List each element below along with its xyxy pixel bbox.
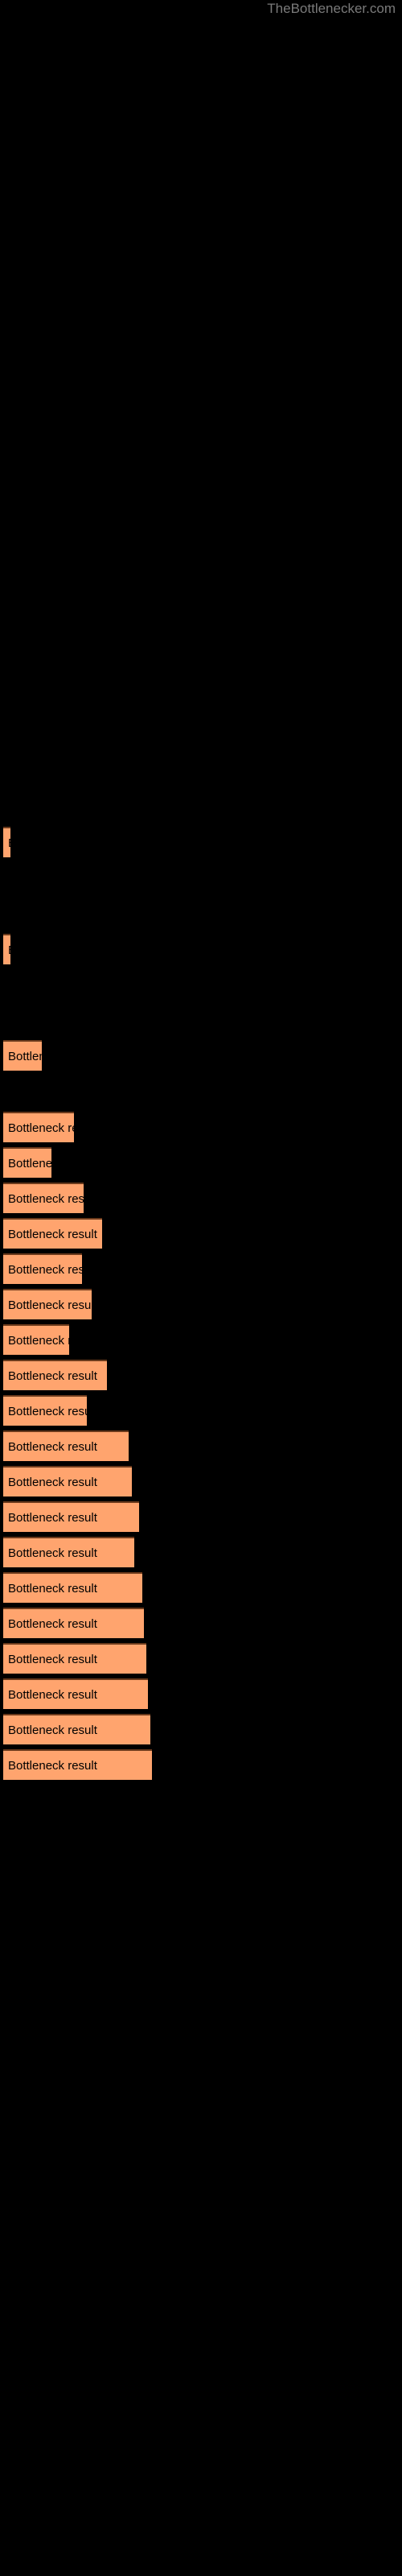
chart-bar[interactable]: Bottleneck result xyxy=(3,1040,42,1071)
bar-label: Bottleneck result xyxy=(8,1192,84,1206)
chart-bar[interactable]: Bottleneck result xyxy=(3,1324,69,1355)
bar-label: Bottleneck result xyxy=(8,1263,82,1277)
chart-bar[interactable]: Bottleneck result xyxy=(3,1218,102,1249)
chart-bar[interactable]: Bottleneck result xyxy=(3,934,10,964)
chart-bar[interactable]: Bottleneck result xyxy=(3,1183,84,1213)
bar-label: Bottleneck result xyxy=(8,1653,97,1666)
bar-label: Bottleneck result xyxy=(8,1121,74,1135)
chart-bar[interactable]: Bottleneck result xyxy=(3,1289,92,1319)
bar-label: Bottleneck result xyxy=(8,1546,97,1560)
bar-label: Bottleneck result xyxy=(8,935,10,964)
bar-label: Bottleneck result xyxy=(8,1688,97,1702)
bar-label: Bottleneck result xyxy=(8,828,10,857)
bar-label: Bottleneck result xyxy=(8,1157,51,1170)
bar-label: Bottleneck result xyxy=(8,1405,87,1418)
chart-bar[interactable]: Bottleneck result xyxy=(3,1749,152,1780)
chart-bar[interactable]: Bottleneck result xyxy=(3,827,10,857)
bar-label: Bottleneck result xyxy=(8,1724,97,1737)
chart-bar[interactable]: Bottleneck result xyxy=(3,1714,150,1744)
bar-label: Bottleneck result xyxy=(8,1476,97,1489)
chart-bar[interactable]: Bottleneck result xyxy=(3,1643,146,1674)
bar-label: Bottleneck result xyxy=(8,1440,97,1454)
chart-bar[interactable]: Bottleneck result xyxy=(3,1253,82,1284)
bar-label: Bottleneck result xyxy=(8,1617,97,1631)
bar-label: Bottleneck result xyxy=(8,1228,97,1241)
chart-bar[interactable]: Bottleneck result xyxy=(3,1466,132,1496)
chart-bar[interactable]: Bottleneck result xyxy=(3,1430,129,1461)
bar-label: Bottleneck result xyxy=(8,1369,97,1383)
chart-bar[interactable]: Bottleneck result xyxy=(3,1395,87,1426)
chart-bar[interactable]: Bottleneck result xyxy=(3,1678,148,1709)
chart-bar[interactable]: Bottleneck result xyxy=(3,1608,144,1638)
bar-label: Bottleneck result xyxy=(8,1582,97,1596)
bar-label: Bottleneck result xyxy=(8,1298,92,1312)
chart-bar[interactable]: Bottleneck result xyxy=(3,1360,107,1390)
bar-chart-plot-area: Bottleneck result Bottleneck result Bottle… xyxy=(0,0,402,2576)
bar-label: Bottleneck result xyxy=(8,1759,97,1773)
bar-label: Bottleneck result xyxy=(8,1334,69,1348)
bar-label: Bottleneck result xyxy=(8,1050,42,1063)
chart-bar[interactable]: Bottleneck result xyxy=(3,1501,139,1532)
bottleneck-chart-page: TheBottlenecker.com Bottleneck resultBot… xyxy=(0,0,402,2576)
chart-bar[interactable]: Bottleneck result xyxy=(3,1112,74,1142)
chart-bar[interactable]: Bottleneck result xyxy=(3,1572,142,1603)
chart-bar[interactable]: Bottleneck result xyxy=(3,1537,134,1567)
bar-label: Bottleneck result xyxy=(8,1511,97,1525)
chart-bar[interactable]: Bottleneck result xyxy=(3,1147,51,1178)
